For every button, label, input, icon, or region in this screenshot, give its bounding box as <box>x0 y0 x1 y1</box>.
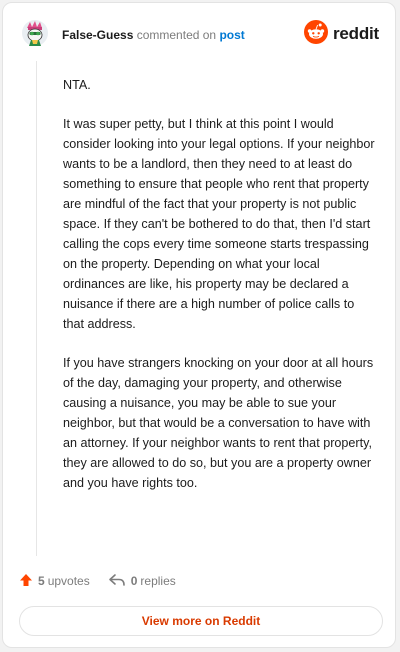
comment-body: NTA. It was super petty, but I think at … <box>63 75 375 512</box>
byline: False-Guess commented on post <box>62 28 245 42</box>
upvotes-label: upvotes <box>47 574 90 588</box>
replies-count: 0 <box>130 574 138 588</box>
comment-paragraph: If you have strangers knocking on your d… <box>63 356 374 490</box>
upvotes-button[interactable]: 5 upvotes <box>19 573 90 590</box>
reddit-snoo-icon <box>303 19 328 49</box>
post-link[interactable]: post <box>219 28 244 42</box>
view-more-button[interactable]: View more on Reddit <box>19 606 383 636</box>
replies-button[interactable]: 0 replies <box>108 573 176 590</box>
comment-header: False-Guess commented on post reddit <box>19 17 381 53</box>
comment-paragraph: NTA. <box>63 78 91 92</box>
byline-action: commented on <box>136 28 217 42</box>
comment-card: False-Guess commented on post reddit NTA… <box>2 2 396 648</box>
upvotes-count: 5 <box>38 574 45 588</box>
comment-footer: 5 upvotes 0 replies <box>19 571 176 591</box>
reddit-wordmark: reddit <box>332 24 379 43</box>
replies-label: replies <box>140 574 176 588</box>
upvote-arrow-icon <box>19 573 38 590</box>
username-link[interactable]: False-Guess <box>62 28 133 42</box>
comment-paragraph: It was super petty, but I think at this … <box>63 117 375 331</box>
snoo-avatar-icon[interactable] <box>21 19 49 47</box>
reply-arrow-icon <box>108 573 131 590</box>
thread-line <box>36 61 37 556</box>
reddit-logo[interactable]: reddit <box>303 19 379 49</box>
